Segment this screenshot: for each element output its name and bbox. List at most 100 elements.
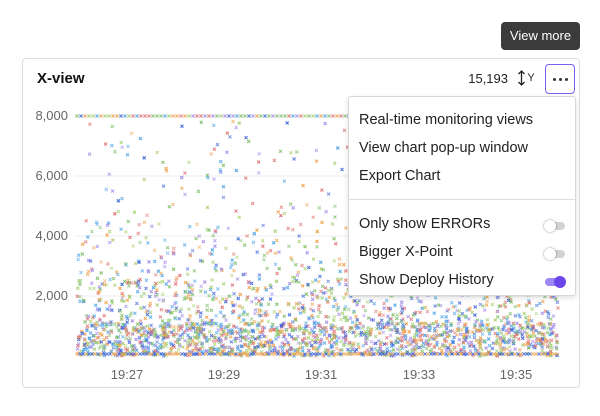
data-point xyxy=(104,335,109,340)
data-point xyxy=(335,326,340,331)
data-point xyxy=(372,301,377,306)
data-point xyxy=(171,202,175,207)
data-point xyxy=(79,270,83,275)
data-point xyxy=(361,343,366,348)
data-point xyxy=(228,335,233,339)
data-point xyxy=(138,277,143,282)
data-point xyxy=(216,328,221,332)
data-point xyxy=(292,157,296,161)
menu-item-export-chart[interactable]: Export Chart xyxy=(359,168,440,184)
data-point xyxy=(287,281,292,286)
data-point xyxy=(160,279,165,284)
menu-item-realtime-monitoring[interactable]: Real-time monitoring views xyxy=(359,112,533,128)
data-point xyxy=(324,209,328,214)
data-point xyxy=(385,314,390,319)
data-point xyxy=(126,219,131,224)
data-point xyxy=(75,347,80,351)
data-point xyxy=(391,348,396,352)
data-point xyxy=(179,186,184,191)
data-point xyxy=(234,125,239,130)
bigger-xpoint-toggle[interactable] xyxy=(544,248,565,260)
data-point xyxy=(339,339,344,344)
data-point xyxy=(131,244,136,248)
data-point xyxy=(107,333,112,338)
data-point xyxy=(93,352,97,356)
data-point xyxy=(212,342,217,347)
data-point xyxy=(425,309,430,314)
data-point xyxy=(470,310,475,315)
data-point xyxy=(256,160,261,164)
data-point xyxy=(289,150,293,155)
data-point xyxy=(449,300,454,305)
data-point xyxy=(204,315,209,320)
data-point xyxy=(546,315,551,320)
data-point xyxy=(388,333,393,338)
menu-item-bigger-xpoint[interactable]: Bigger X-Point xyxy=(359,244,453,260)
data-point xyxy=(133,311,137,316)
data-point xyxy=(324,314,328,319)
deploy-history-toggle[interactable] xyxy=(545,276,566,288)
data-point xyxy=(163,260,167,265)
data-point xyxy=(504,352,508,356)
data-point xyxy=(135,289,140,294)
data-point xyxy=(311,308,316,313)
data-point xyxy=(145,312,150,317)
data-point xyxy=(87,152,92,157)
data-point xyxy=(107,172,112,176)
menu-item-view-popup[interactable]: View chart pop-up window xyxy=(359,140,528,156)
data-point xyxy=(126,144,130,149)
data-point xyxy=(109,143,114,148)
data-point xyxy=(375,352,379,356)
data-point xyxy=(157,222,161,226)
data-point xyxy=(540,348,545,353)
data-point xyxy=(359,330,364,335)
data-point xyxy=(99,260,103,264)
x-tick-label: 19:31 xyxy=(305,367,338,382)
data-point xyxy=(132,210,137,215)
data-point xyxy=(361,313,366,318)
data-point xyxy=(344,282,348,287)
data-point xyxy=(353,334,358,339)
data-point xyxy=(429,352,433,356)
data-point xyxy=(88,319,93,324)
data-point xyxy=(337,282,342,287)
data-point xyxy=(308,307,313,312)
data-point xyxy=(261,223,266,228)
data-point xyxy=(209,285,214,290)
data-point xyxy=(179,175,184,180)
data-point xyxy=(295,273,300,278)
data-point xyxy=(148,315,153,320)
data-point xyxy=(432,311,437,316)
menu-item-only-errors[interactable]: Only show ERRORs xyxy=(359,216,490,232)
data-point xyxy=(225,131,230,136)
data-point xyxy=(467,334,472,339)
data-point xyxy=(245,312,250,317)
data-point xyxy=(403,344,408,349)
data-point xyxy=(125,320,130,325)
data-point xyxy=(80,252,85,256)
data-point xyxy=(297,280,301,285)
data-point xyxy=(76,257,81,262)
data-point xyxy=(185,344,190,349)
data-point xyxy=(254,296,258,301)
data-point xyxy=(211,339,216,344)
data-point xyxy=(342,128,347,133)
data-point xyxy=(247,343,252,348)
data-point xyxy=(444,348,449,353)
only-errors-toggle[interactable] xyxy=(544,220,565,232)
data-point xyxy=(418,310,422,315)
data-point xyxy=(209,308,214,313)
data-point xyxy=(211,291,216,296)
data-point xyxy=(240,305,245,310)
data-point xyxy=(274,238,279,243)
data-point xyxy=(138,240,142,245)
data-point xyxy=(214,331,219,335)
data-point xyxy=(549,338,554,343)
data-point xyxy=(130,318,135,323)
data-point xyxy=(139,306,143,311)
menu-item-deploy-history[interactable]: Show Deploy History xyxy=(359,272,494,288)
data-point xyxy=(120,196,124,201)
data-point xyxy=(420,352,424,356)
data-point xyxy=(444,326,449,331)
data-point xyxy=(238,339,243,343)
